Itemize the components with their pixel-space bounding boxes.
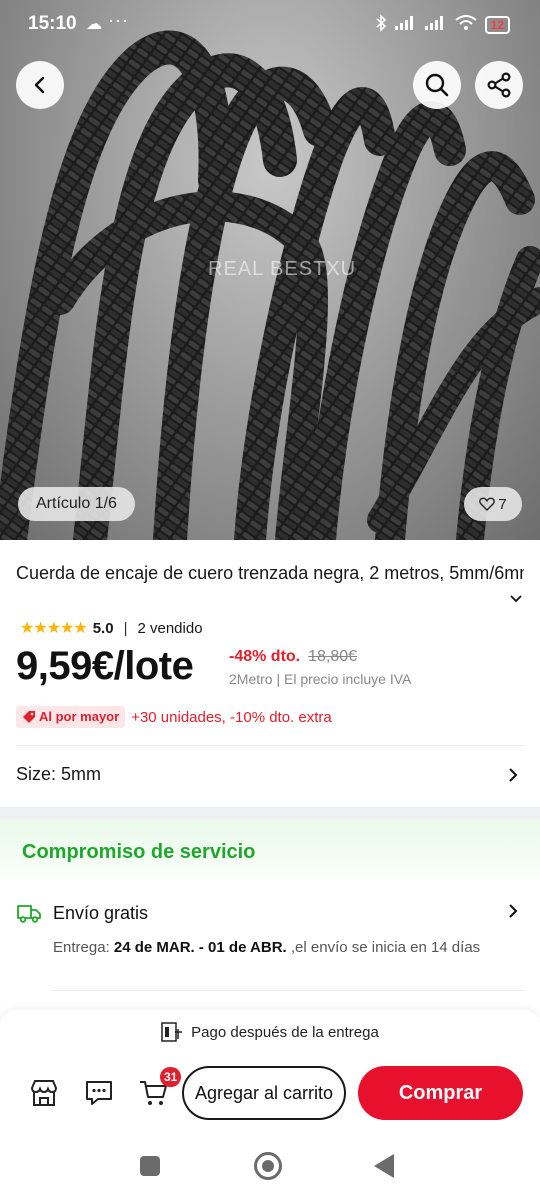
chevron-left-icon [34,76,45,94]
discount-percent: -48% dto. [229,648,301,665]
chat-button[interactable] [82,1076,116,1110]
signal-icon-2 [424,16,447,33]
wifi-icon [455,15,477,34]
cart-count-badge: 31 [160,1067,182,1087]
tag-icon [23,711,35,723]
delivery-estimate: Entrega: 24 de MAR. - 01 de ABR. ,el env… [53,937,493,959]
pay-note-text: Pago después de la entrega [191,1023,379,1041]
share-button[interactable] [475,61,523,109]
product-title-text: Cuerda de encaje de cuero trenzada negra… [16,563,524,583]
separator: | [123,619,128,637]
chevron-right-icon [509,768,518,782]
cash-on-delivery-icon [161,1022,183,1042]
service-commitment: Compromiso de servicio [0,819,540,885]
unit-vat-note: 2Metro | El precio incluye IVA [229,671,412,687]
sold-count: 2 vendido [137,619,203,637]
android-nav-bar [0,1138,540,1200]
search-button[interactable] [413,61,461,109]
rating-score: 5.0 [92,619,114,637]
share-icon [487,72,511,98]
size-label: Size: 5mm [16,764,102,784]
recent-apps-icon[interactable] [140,1156,160,1176]
status-bar: 15:10 ☁ ··· 12 [0,0,540,52]
discount-info: -48% dto. 18,80€ [229,648,357,666]
chat-icon [86,1081,112,1105]
pay-on-delivery-note: Pago después de la entrega [0,1022,540,1042]
home-icon[interactable] [254,1152,282,1180]
search-icon [425,73,449,97]
delivery-prefix: Entrega: [53,939,114,956]
status-time: 15:10 [28,13,77,34]
divider [16,745,524,746]
product-title[interactable]: Cuerda de encaje de cuero trenzada negra… [16,560,524,603]
likes-count: 7 [498,495,507,513]
product-image-gallery[interactable]: REAL BESTXU 15:10 ☁ ··· 12 Artículo 1/6 … [0,0,540,540]
bulk-badge: Al por mayor [16,706,126,728]
bluetooth-icon [375,14,387,35]
service-heading: Compromiso de servicio [22,841,256,863]
bulk-badge-label: Al por mayor [39,709,120,724]
system-icons: 12 [375,14,510,35]
rating-row[interactable]: ★★★★★ 5.0 | 2 vendido [20,618,203,638]
star-rating-icon: ★★★★★ [20,620,88,637]
buy-now-button[interactable]: Comprar [358,1066,523,1120]
bottom-action-bar: Pago después de la entrega 31 Agregar al… [0,1010,540,1138]
store-button[interactable] [27,1076,61,1110]
delivery-dates: 24 de MAR. - 01 de ABR. [113,939,287,956]
signal-icon [394,16,417,33]
size-selector[interactable]: Size: 5mm [16,764,524,785]
bulk-offer[interactable]: Al por mayor +30 unidades, -10% dto. ext… [16,706,332,728]
back-button[interactable] [16,61,64,109]
original-price: 18,80€ [308,648,358,665]
add-to-cart-button[interactable]: Agregar al carrito [182,1066,346,1120]
store-icon [30,1080,58,1106]
wishlist-button[interactable]: 7 [464,487,522,521]
truck-icon [17,905,41,923]
image-counter: Artículo 1/6 [18,487,135,521]
chevron-down-icon[interactable] [508,590,524,606]
product-price: 9,59€/lote [16,644,194,688]
delivery-suffix: ,el envío se inicia en 14 días [286,939,481,956]
bulk-offer-text: +30 unidades, -10% dto. extra [131,708,332,726]
shipping-label: Envío gratis [53,903,149,923]
image-watermark: REAL BESTXU [208,258,357,280]
battery-icon: 12 [484,15,510,34]
cloud-icon: ☁ [86,16,102,33]
section-gap [0,807,540,819]
back-triangle-icon[interactable] [374,1154,394,1178]
divider [53,990,524,991]
more-notifications-icon: ··· [108,10,129,30]
chevron-right-icon [509,904,518,918]
heart-icon [479,497,496,511]
